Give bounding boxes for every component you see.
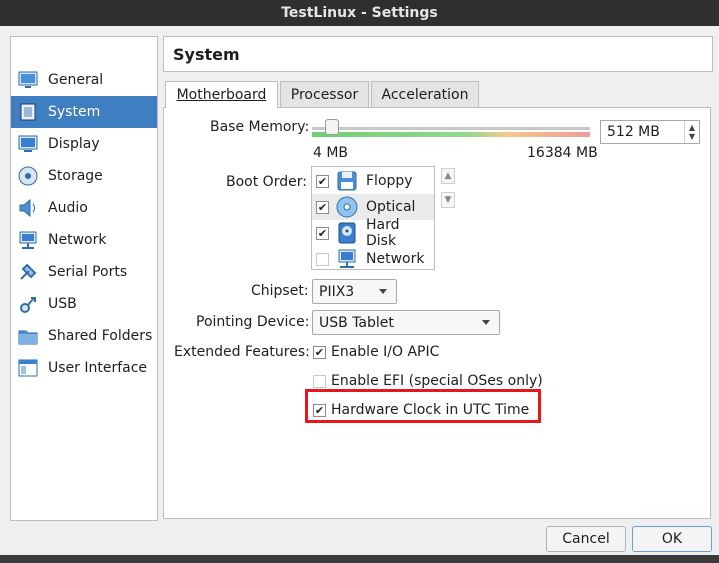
tab-label: Processor — [290, 86, 359, 103]
tab-processor[interactable]: Processor — [280, 81, 369, 107]
sidebar-item-label: Network — [48, 232, 107, 248]
sidebar-item-label: Audio — [48, 200, 88, 216]
ok-button[interactable]: OK — [632, 526, 712, 552]
sidebar-item-serial-ports[interactable]: Serial Ports — [11, 256, 157, 288]
utc-clock-option[interactable]: ✔ Hardware Clock in UTC Time — [313, 402, 529, 418]
memory-slider-track[interactable] — [312, 127, 590, 130]
memory-slider-handle[interactable] — [325, 119, 339, 135]
chevron-down-icon — [379, 289, 387, 294]
tab-label: Motherboard — [176, 87, 267, 103]
pointing-device-select[interactable]: USB Tablet — [312, 310, 500, 335]
tab-motherboard[interactable]: Motherboard — [165, 81, 278, 108]
window-title-bar: TestLinux - Settings — [0, 0, 719, 26]
audio-icon — [19, 198, 35, 218]
boot-item-checkbox[interactable]: ✔ — [316, 226, 329, 240]
floppy-icon — [337, 171, 357, 191]
sidebar-item-label: Shared Folders — [48, 328, 153, 344]
sidebar-item-label: General — [48, 72, 104, 88]
sidebar-item-system[interactable]: System — [11, 96, 157, 128]
sidebar-item-label: Storage — [48, 168, 103, 184]
chipset-label: Chipset: — [251, 283, 309, 299]
sidebar-item-label: USB — [48, 296, 77, 312]
utc-clock-label: Hardware Clock in UTC Time — [331, 402, 530, 418]
shared-folders-icon — [18, 330, 38, 345]
memory-value: 512 MB — [607, 124, 660, 140]
chevron-down-icon — [482, 320, 490, 325]
chipset-select[interactable]: PIIX3 — [312, 279, 397, 304]
base-memory-label: Base Memory: — [210, 119, 310, 135]
sidebar-item-label: Serial Ports — [48, 264, 128, 280]
sidebar-item-usb[interactable]: USB — [11, 288, 157, 320]
move-down-button[interactable]: ▼ — [441, 192, 455, 208]
boot-item-label: Optical — [366, 199, 416, 215]
sidebar-item-display[interactable]: Display — [11, 128, 157, 160]
boot-item-floppy[interactable]: ✔ Floppy — [312, 168, 434, 194]
memory-max-label: 16384 MB — [527, 145, 598, 161]
system-icon — [20, 103, 36, 121]
boot-item-label: Network — [366, 251, 425, 267]
network-boot-icon — [338, 249, 356, 268]
page-title: System — [173, 44, 240, 64]
hard-disk-icon — [338, 222, 356, 244]
pointing-device-label: Pointing Device: — [196, 314, 310, 330]
io-apic-label: Enable I/O APIC — [331, 344, 440, 360]
window-title: TestLinux - Settings — [281, 5, 438, 21]
sidebar-item-general[interactable]: General — [11, 64, 157, 96]
chipset-value: PIIX3 — [319, 283, 355, 300]
sidebar-item-audio[interactable]: Audio — [11, 192, 157, 224]
move-up-button[interactable]: ▲ — [441, 168, 455, 184]
boot-item-checkbox[interactable]: ✔ — [316, 174, 329, 188]
settings-window: General System Display Storage Audio Net… — [0, 26, 719, 555]
memory-spinbox[interactable]: 512 MB ▲ ▼ — [600, 120, 700, 144]
boot-item-network[interactable]: Network — [312, 246, 434, 272]
sidebar-item-label: User Interface — [48, 360, 148, 376]
sidebar-item-network[interactable]: Network — [11, 224, 157, 256]
efi-label: Enable EFI (special OSes only) — [331, 373, 543, 389]
boot-item-checkbox[interactable]: ✔ — [316, 200, 329, 214]
boot-item-label: Hard Disk — [366, 217, 400, 249]
spinbox-arrows[interactable]: ▲ ▼ — [684, 121, 699, 143]
cancel-label: Cancel — [562, 531, 610, 547]
optical-icon — [336, 196, 358, 218]
general-icon — [18, 71, 38, 88]
extended-features-label: Extended Features: — [174, 344, 310, 360]
desktop-background-strip — [0, 555, 719, 563]
utc-clock-checkbox[interactable]: ✔ — [313, 403, 326, 417]
usb-icon — [20, 297, 36, 313]
boot-item-label: Floppy — [366, 173, 413, 189]
page-header: System — [163, 36, 713, 72]
settings-sidebar: General System Display Storage Audio Net… — [10, 36, 158, 521]
storage-icon — [18, 166, 38, 186]
boot-item-checkbox[interactable] — [316, 252, 329, 266]
cancel-button[interactable]: Cancel — [546, 526, 626, 552]
efi-option[interactable]: Enable EFI (special OSes only) — [313, 373, 543, 389]
serial-ports-icon — [20, 263, 37, 280]
boot-order-list: ✔ Floppy ✔ Optical ✔ Hard Disk Network — [311, 166, 435, 270]
io-apic-checkbox[interactable]: ✔ — [313, 345, 326, 359]
user-interface-icon — [18, 359, 38, 377]
sidebar-item-label: System — [48, 104, 101, 120]
sidebar-item-label: Display — [48, 136, 100, 152]
memory-min-label: 4 MB — [313, 145, 349, 161]
sidebar-item-user-interface[interactable]: User Interface — [11, 352, 157, 384]
io-apic-option[interactable]: ✔ Enable I/O APIC — [313, 344, 439, 360]
network-icon — [19, 231, 37, 249]
boot-order-label: Boot Order: — [226, 174, 307, 190]
sidebar-item-shared-folders[interactable]: Shared Folders — [11, 320, 157, 352]
ok-label: OK — [661, 531, 683, 547]
boot-item-hard-disk[interactable]: ✔ Hard Disk — [312, 217, 434, 249]
tab-acceleration[interactable]: Acceleration — [371, 81, 479, 107]
display-icon — [18, 135, 38, 152]
tab-label: Acceleration — [381, 86, 469, 103]
memory-slider-scale — [312, 132, 590, 137]
efi-checkbox[interactable] — [313, 374, 326, 388]
pointing-device-value: USB Tablet — [319, 314, 394, 331]
sidebar-item-storage[interactable]: Storage — [11, 160, 157, 192]
